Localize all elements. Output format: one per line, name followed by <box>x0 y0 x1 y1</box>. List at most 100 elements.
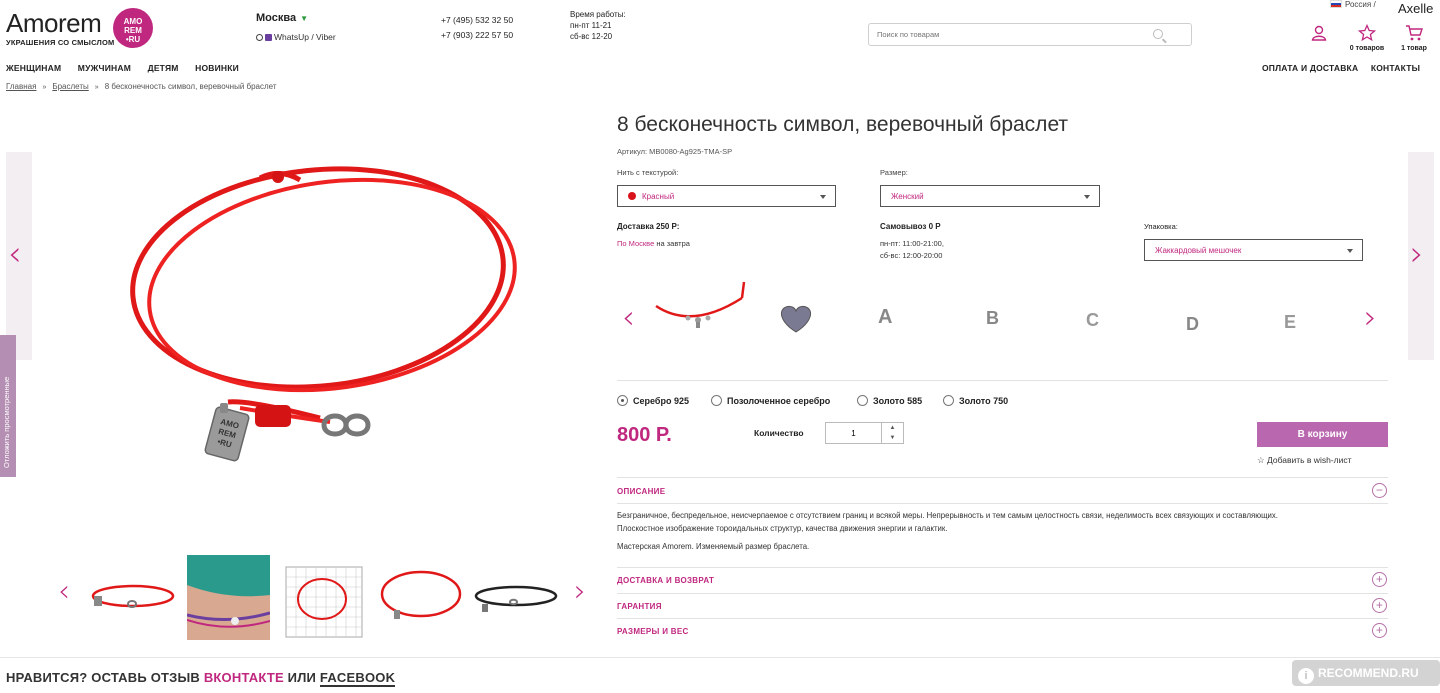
add-to-wishlist-link[interactable]: ☆ Добавить в wish-лист <box>1257 455 1352 466</box>
divider <box>617 618 1388 619</box>
product-main-image[interactable]: AMO REM •RU <box>100 160 540 480</box>
viber-icon <box>265 34 272 41</box>
divider <box>617 567 1388 568</box>
city-selector[interactable]: Москва ▼ <box>256 12 308 24</box>
minus-icon[interactable]: − <box>1372 483 1387 498</box>
metal-option-gold-750[interactable]: Золото 750 <box>943 395 1008 406</box>
accordion-sizes[interactable]: РАЗМЕРЫ И ВЕС + <box>617 623 1388 638</box>
chevron-right-icon: › <box>1410 234 1424 274</box>
hours-title: Время работы: <box>570 10 626 19</box>
logo-text[interactable]: Amorem <box>6 8 102 39</box>
messenger-links[interactable]: WhatsUp / Viber <box>256 32 336 42</box>
nav-item-contacts[interactable]: КОНТАКТЫ <box>1371 63 1420 73</box>
charm-thumb[interactable]: D <box>1186 314 1199 335</box>
gallery-thumb[interactable] <box>472 580 562 620</box>
username[interactable]: Axelle <box>1398 1 1433 16</box>
nav-item-delivery[interactable]: ОПЛАТА И ДОСТАВКА <box>1262 63 1358 73</box>
charm-thumb[interactable]: A <box>878 306 892 329</box>
add-to-cart-button[interactable]: В корзину <box>1257 422 1388 447</box>
gallery-prev-panel[interactable]: ‹ <box>6 152 32 360</box>
product-title: 8 бесконечность символ, веревочный брасл… <box>617 113 1069 136</box>
recently-viewed-tab[interactable]: Отложить просмотренные <box>0 335 16 477</box>
description-line: Плоскостное изображение тороидальных стр… <box>617 524 948 533</box>
vk-link[interactable]: ВКОНТАКТЕ <box>204 670 284 685</box>
account-button[interactable] <box>1310 24 1332 45</box>
thread-select[interactable]: Красный <box>617 185 836 207</box>
nav-item-kids[interactable]: ДЕТЯМ <box>148 63 179 73</box>
language-separator: / <box>1373 0 1376 9</box>
accordion-delivery[interactable]: ДОСТАВКА И ВОЗВРАТ + <box>617 572 1388 587</box>
language-selector[interactable]: Россия / <box>1330 0 1376 9</box>
breadcrumb-bracelets[interactable]: Браслеты <box>52 82 88 91</box>
wishlist-link-label: Добавить в wish-лист <box>1267 455 1352 465</box>
phone-number[interactable]: +7 (495) 532 32 50 <box>441 13 513 28</box>
charm-thumb[interactable]: E <box>1284 312 1296 333</box>
pickup-hours-line: пн-пт: 11:00-21:00, <box>880 239 944 248</box>
package-label: Упаковка: <box>1144 222 1178 231</box>
radio-icon <box>943 395 954 406</box>
divider <box>0 657 1440 658</box>
delivery-term: на завтра <box>654 239 690 248</box>
logo-badge-line: REM <box>124 26 142 35</box>
gallery-thumb[interactable] <box>378 566 464 628</box>
plus-icon[interactable]: + <box>1372 572 1387 587</box>
cart-count: 1 товар <box>1401 45 1427 52</box>
logo-badge[interactable]: AMO REM •RU <box>113 8 153 48</box>
search-input[interactable] <box>877 24 1157 44</box>
search-icon[interactable] <box>1153 29 1163 39</box>
phone-number[interactable]: +7 (903) 222 57 50 <box>441 28 513 43</box>
gallery-thumb[interactable] <box>282 555 366 640</box>
color-swatch <box>628 192 636 200</box>
delivery-city-link[interactable]: По Москве <box>617 239 654 248</box>
accordion-description[interactable]: ОПИСАНИЕ − <box>617 483 1388 498</box>
chevron-down-icon[interactable]: ▼ <box>882 433 903 443</box>
charm-thumb[interactable] <box>776 302 816 334</box>
nav-item-men[interactable]: МУЖЧИНАМ <box>78 63 131 73</box>
plus-icon[interactable]: + <box>1372 623 1387 638</box>
nav-item-new[interactable]: НОВИНКИ <box>195 63 239 73</box>
breadcrumb-current: 8 бесконечность символ, веревочный брасл… <box>104 82 277 91</box>
accordion-title: ОПИСАНИЕ <box>617 487 666 496</box>
wishlist-button[interactable]: 0 товаров <box>1344 23 1390 52</box>
cart-button[interactable]: 1 товар <box>1394 24 1434 52</box>
review-or: ИЛИ <box>283 670 320 685</box>
product-price: 800 Р. <box>617 424 672 446</box>
description-line: Мастерская Amorem. Изменяемый размер бра… <box>617 542 810 551</box>
chevron-right-icon: » <box>94 84 99 91</box>
metal-option-gold-585[interactable]: Золото 585 <box>857 395 922 406</box>
breadcrumb: Главная » Браслеты » 8 бесконечность символ,… <box>6 82 277 91</box>
pickup-hours-line: сб-вс: 12:00-20:00 <box>880 251 943 260</box>
city-name: Москва <box>256 12 297 24</box>
phone-list: +7 (495) 532 32 50 +7 (903) 222 57 50 <box>441 13 513 43</box>
quantity-arrows[interactable]: ▲ ▼ <box>881 423 903 443</box>
facebook-link[interactable]: FACEBOOK <box>319 670 396 687</box>
quantity-input[interactable] <box>826 423 881 443</box>
divider <box>617 503 1388 504</box>
charms-next-arrow[interactable]: › <box>1364 298 1377 336</box>
gallery-next-panel[interactable]: › <box>1408 152 1434 360</box>
charms-prev-arrow[interactable]: ‹ <box>622 298 635 336</box>
user-icon <box>1311 25 1327 41</box>
breadcrumb-home[interactable]: Главная <box>6 82 36 91</box>
main-nav: ЖЕНЩИНАМ МУЖЧИНАМ ДЕТЯМ НОВИНКИ <box>6 63 253 73</box>
gallery-thumb[interactable] <box>187 555 270 640</box>
gallery-thumb[interactable] <box>88 576 178 616</box>
metal-option-gilded-silver[interactable]: Позолоченное серебро <box>711 395 830 406</box>
package-select[interactable]: Жаккардовый мешочек <box>1144 239 1363 261</box>
logo-badge-line: •RU <box>125 35 141 44</box>
review-cta: НРАВИТСЯ? ОСТАВЬ ОТЗЫВ ВКОНТАКТЕ ИЛИ FAC… <box>6 670 396 687</box>
nav-item-women[interactable]: ЖЕНЩИНАМ <box>6 63 61 73</box>
accordion-warranty[interactable]: ГАРАНТИЯ + <box>617 598 1388 613</box>
charm-thumb[interactable]: B <box>986 308 999 329</box>
thumbs-next-arrow[interactable]: › <box>574 574 586 609</box>
working-hours: Время работы: пн-пт 11-21 сб-вс 12-20 <box>570 9 626 42</box>
product-description: Безграничное, беспредельное, неисчерпаем… <box>617 509 1388 553</box>
plus-icon[interactable]: + <box>1372 598 1387 613</box>
size-select[interactable]: Женский <box>880 185 1100 207</box>
chevron-down-icon <box>820 195 826 199</box>
charm-thumb[interactable] <box>652 280 746 336</box>
charm-thumb[interactable]: C <box>1086 310 1099 331</box>
chevron-up-icon[interactable]: ▲ <box>882 423 903 433</box>
thumbs-prev-arrow[interactable]: ‹ <box>58 574 70 609</box>
metal-option-silver[interactable]: Серебро 925 <box>617 395 689 406</box>
